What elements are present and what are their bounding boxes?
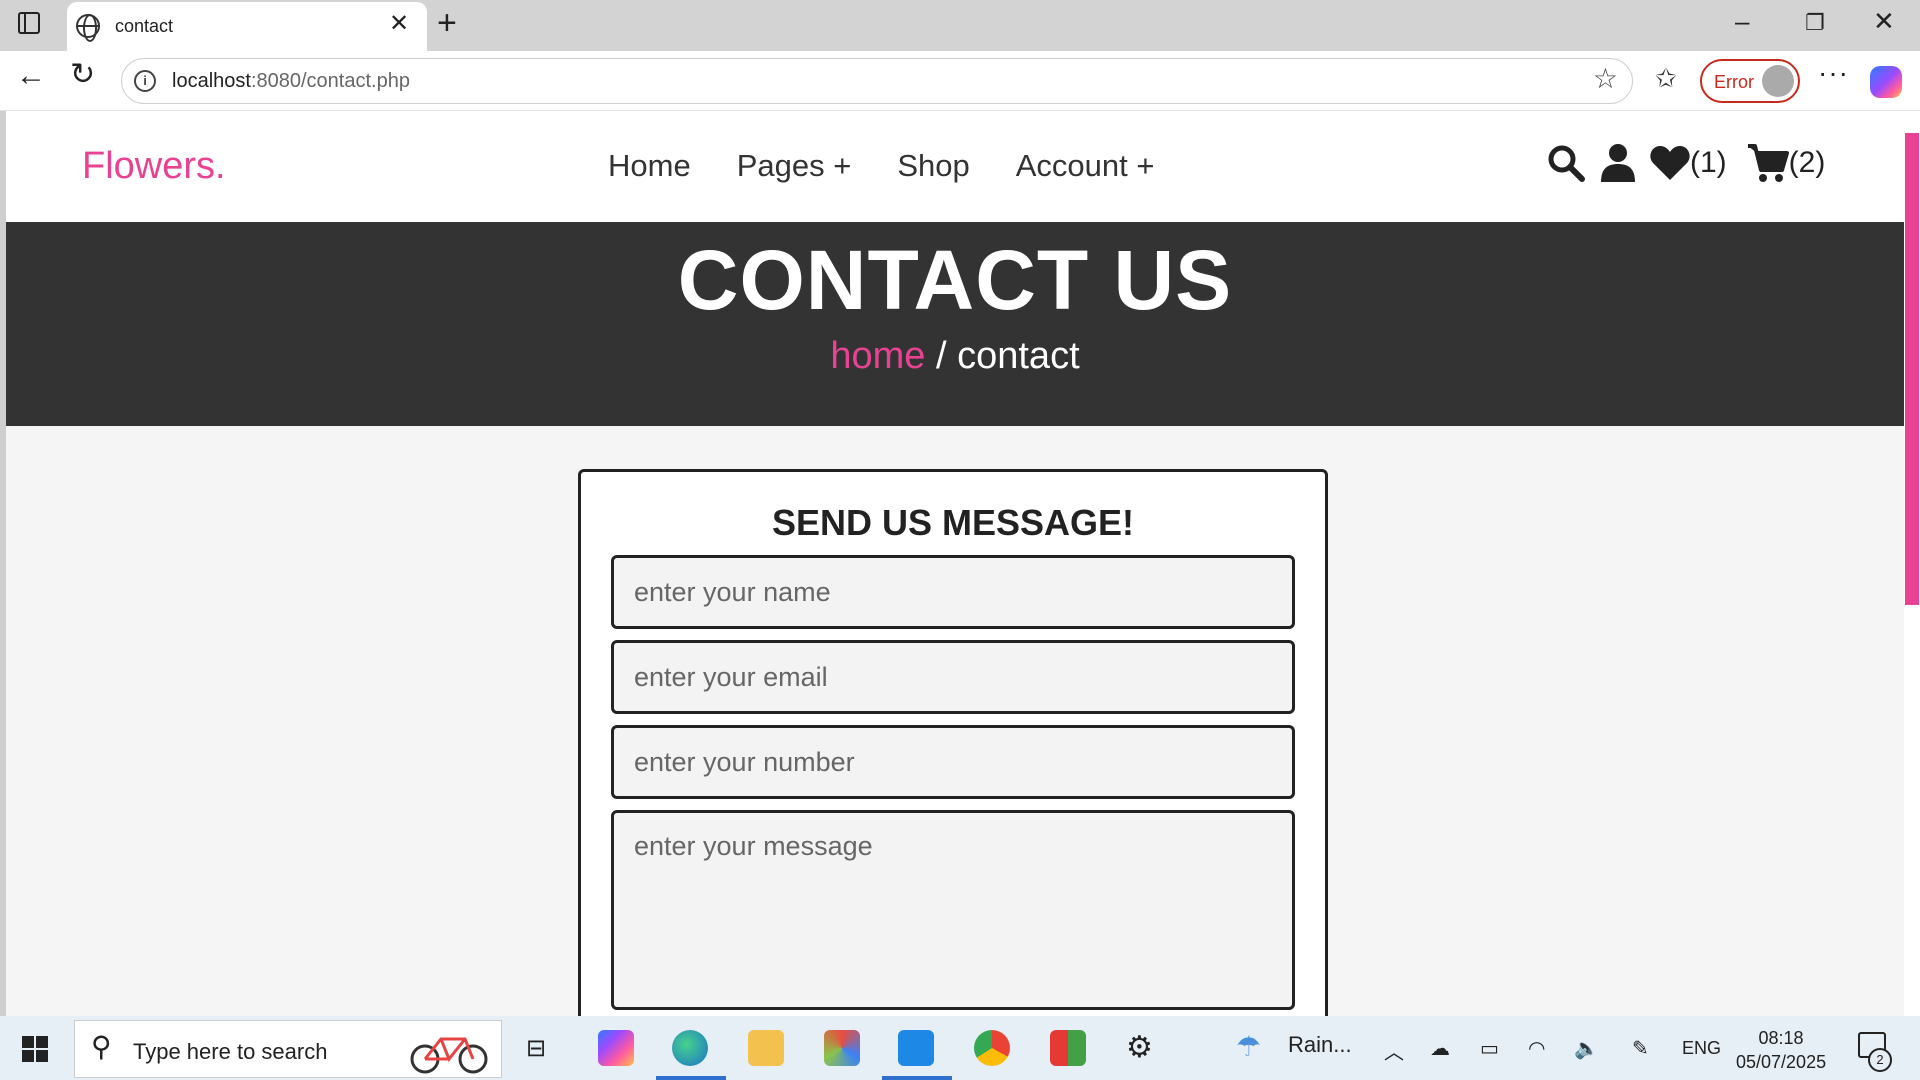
site-header: Flowers. Home Pages + Shop Account + (1)…	[6, 111, 1904, 222]
task-view-icon[interactable]: ⊟	[526, 1034, 546, 1063]
language-indicator[interactable]: ENG	[1682, 1038, 1721, 1059]
search-icon[interactable]	[1546, 143, 1586, 183]
wishlist-count: (1)	[1690, 146, 1727, 179]
weather-umbrella-icon[interactable]: ☂	[1236, 1030, 1261, 1063]
message-textarea[interactable]	[611, 810, 1295, 1010]
weather-text[interactable]: Rain...	[1288, 1032, 1352, 1058]
active-app-indicator	[656, 1076, 726, 1080]
email-input[interactable]	[611, 640, 1295, 714]
nav-account[interactable]: Account +	[1016, 148, 1155, 184]
restore-icon[interactable]: ❐	[1805, 12, 1825, 34]
file-explorer-icon[interactable]	[748, 1030, 784, 1066]
close-window-icon[interactable]: ✕	[1873, 8, 1895, 34]
breadcrumb: home / contact	[6, 335, 1904, 378]
browser-tab-contact[interactable]: contact ✕	[67, 2, 427, 51]
chrome-icon[interactable]	[974, 1030, 1010, 1066]
page-heading-banner: CONTACT US home / contact	[6, 222, 1904, 426]
vscode-active-indicator	[882, 1076, 952, 1080]
taskbar-search-placeholder: Type here to search	[133, 1039, 328, 1064]
breadcrumb-current: contact	[957, 335, 1080, 377]
search-icon: ⚲	[91, 1031, 112, 1062]
notification-count-badge: 2	[1868, 1048, 1892, 1072]
scrollbar-thumb[interactable]	[1905, 133, 1919, 605]
profile-error-button[interactable]: Error	[1700, 59, 1800, 103]
volume-icon[interactable]: 🔈	[1574, 1036, 1599, 1061]
settings-gear-icon[interactable]: ⚙	[1126, 1030, 1153, 1065]
network-icon[interactable]: ◠	[1528, 1036, 1545, 1061]
taskbar-clock[interactable]: 08:18 05/07/2025	[1736, 1026, 1826, 1074]
app-grid-icon[interactable]	[1050, 1030, 1086, 1066]
battery-icon[interactable]: ▭	[1480, 1036, 1499, 1061]
taskbar-search-input[interactable]: ⚲ Type here to search	[74, 1020, 502, 1078]
pen-icon[interactable]: ✎	[1632, 1036, 1649, 1061]
url-host: localhost	[172, 70, 251, 92]
user-icon[interactable]	[1600, 143, 1636, 183]
breadcrumb-home-link[interactable]: home	[830, 335, 925, 377]
nav-home[interactable]: Home	[608, 148, 691, 184]
copilot-taskbar-icon[interactable]	[598, 1030, 634, 1066]
avatar	[1762, 65, 1794, 97]
nav-shop[interactable]: Shop	[897, 148, 969, 184]
header-icons: (1) (2)	[1546, 143, 1825, 183]
vscode-icon[interactable]	[898, 1030, 934, 1066]
windows-taskbar: ⚲ Type here to search ⊟ ⚙ ☂ Rain... ︿ ☁ …	[0, 1016, 1920, 1080]
back-arrow-icon[interactable]: ←	[16, 61, 46, 91]
edge-browser-icon[interactable]	[672, 1030, 708, 1066]
cart-icon	[1747, 144, 1789, 182]
app-cube-icon[interactable]	[824, 1030, 860, 1066]
page-scrollbar[interactable]	[1904, 111, 1920, 1016]
new-tab-button[interactable]: +	[437, 6, 457, 40]
browser-tab-bar: contact ✕ + – ❐ ✕	[0, 0, 1920, 51]
nav-pages[interactable]: Pages +	[737, 148, 852, 184]
globe-icon	[76, 14, 100, 42]
browser-toolbar: ← ↻ i localhost:8080/contact.php ☆ ✩ Err…	[0, 51, 1920, 111]
tab-title: contact	[115, 16, 174, 36]
site-logo[interactable]: Flowers.	[82, 145, 226, 188]
form-title: SEND US MESSAGE!	[771, 502, 1135, 543]
breadcrumb-separator: /	[925, 335, 958, 377]
cart-count: (2)	[1788, 146, 1826, 179]
onedrive-cloud-icon[interactable]: ☁	[1430, 1036, 1450, 1061]
site-info-icon[interactable]: i	[134, 70, 156, 92]
close-tab-icon[interactable]: ✕	[389, 12, 409, 36]
favorites-icon[interactable]: ✩	[1655, 65, 1677, 91]
bicycle-icon	[410, 1037, 488, 1074]
page-title: CONTACT US	[677, 233, 1233, 327]
copilot-icon[interactable]	[1870, 66, 1902, 98]
page-viewport: Flowers. Home Pages + Shop Account + (1)…	[6, 111, 1904, 1016]
url-path: :8080/contact.php	[250, 70, 410, 92]
profile-error-label: Error	[1714, 72, 1754, 92]
contact-form: SEND US MESSAGE!	[578, 469, 1328, 1016]
wishlist-link[interactable]: (1)	[1650, 145, 1727, 181]
reload-icon[interactable]: ↻	[70, 60, 95, 90]
minimize-icon[interactable]: –	[1735, 8, 1749, 34]
show-hidden-icons-icon[interactable]: ︿	[1384, 1036, 1404, 1065]
address-bar[interactable]: i localhost:8080/contact.php ☆	[121, 58, 1633, 104]
bookmark-star-icon[interactable]: ☆	[1593, 65, 1618, 93]
number-input[interactable]	[611, 725, 1295, 799]
clock-date: 05/07/2025	[1736, 1052, 1827, 1072]
windows-start-icon[interactable]	[22, 1036, 48, 1062]
url-text[interactable]: localhost:8080/contact.php	[172, 70, 410, 93]
heart-icon	[1650, 146, 1690, 180]
clock-time: 08:18	[1758, 1028, 1804, 1048]
main-nav: Home Pages + Shop Account +	[608, 148, 1154, 184]
more-options-icon[interactable]: ···	[1818, 59, 1849, 87]
cart-link[interactable]: (2)	[1747, 143, 1826, 183]
name-input[interactable]	[611, 555, 1295, 629]
tab-actions-icon[interactable]	[18, 12, 40, 34]
